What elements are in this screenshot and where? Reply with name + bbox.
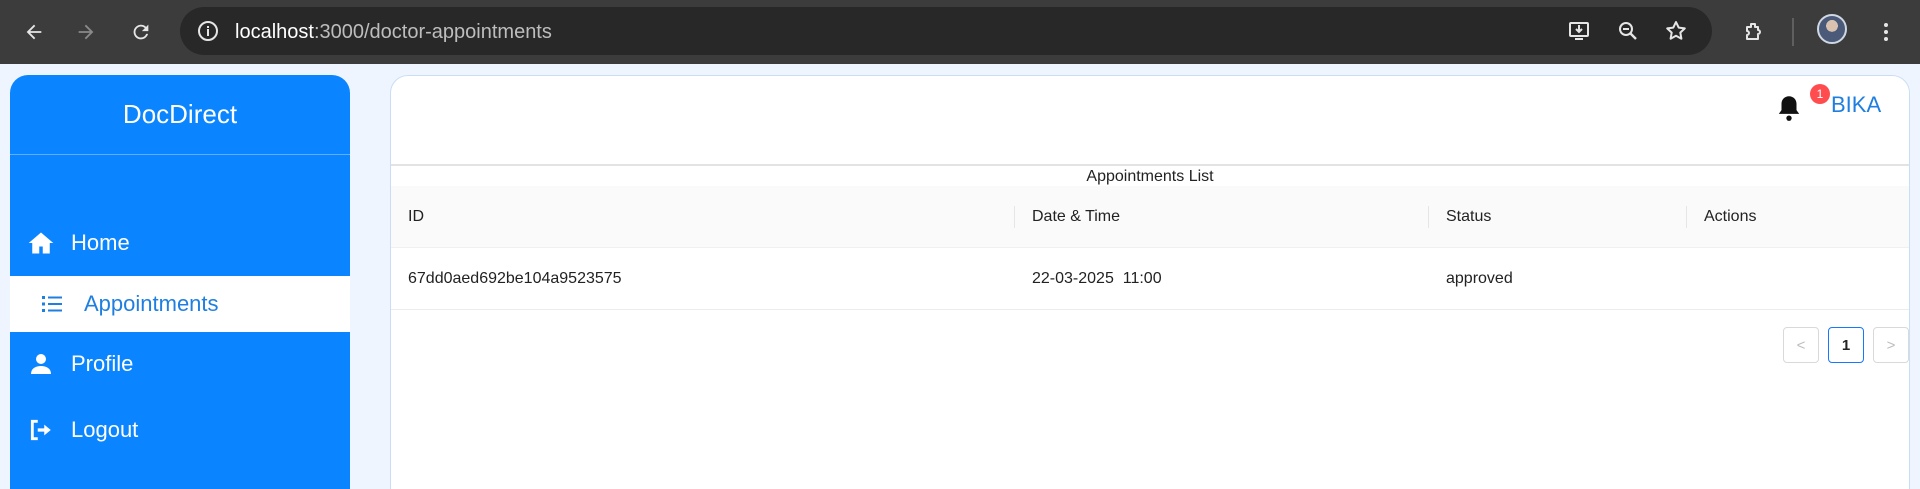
column-divider: [1428, 206, 1429, 228]
table-header-row: ID Date & Time Status Actions: [391, 186, 1909, 248]
list-icon: [38, 290, 66, 318]
main-panel: 1 BIKA Appointments List ID Date & Time …: [390, 75, 1910, 489]
browser-menu-button[interactable]: [1866, 12, 1906, 52]
profile-avatar[interactable]: [1817, 14, 1847, 44]
bell-icon[interactable]: [1776, 93, 1802, 123]
brand-logo-text[interactable]: DocDirect: [10, 75, 350, 155]
reload-icon: [133, 24, 149, 40]
forward-button[interactable]: [66, 12, 106, 52]
logout-icon: [27, 416, 55, 444]
back-button[interactable]: [14, 12, 54, 52]
forward-icon: [78, 24, 94, 40]
pagination-page-1[interactable]: 1: [1828, 327, 1864, 363]
browser-toolbar: localhost:3000/doctor-appointments: [0, 0, 1920, 64]
url-text[interactable]: localhost:3000/doctor-appointments: [235, 21, 552, 44]
extensions-button[interactable]: [1734, 12, 1774, 52]
toolbar-divider: [1792, 18, 1794, 46]
reload-button[interactable]: [121, 12, 161, 52]
zoom-out-icon[interactable]: [1616, 19, 1640, 43]
extensions-icon: [1746, 23, 1761, 40]
back-icon: [26, 24, 42, 40]
sidebar-item-label: Profile: [71, 351, 134, 376]
sidebar-item-label: Appointments: [84, 291, 219, 316]
column-divider: [1014, 206, 1015, 228]
pagination-next-button[interactable]: >: [1873, 327, 1909, 363]
cell-status: approved: [1446, 270, 1513, 287]
sidebar-item-label: Logout: [71, 417, 139, 442]
user-icon: [27, 350, 55, 378]
sidebar-item-logout[interactable]: Logout: [10, 402, 350, 458]
sidebar-item-profile[interactable]: Profile: [10, 336, 350, 392]
column-header-datetime: Date & Time: [1032, 208, 1121, 225]
sidebar-item-appointments[interactable]: Appointments: [10, 276, 350, 332]
notification-badge: 1: [1810, 84, 1830, 104]
url-host: localhost: [235, 21, 314, 43]
column-header-status: Status: [1446, 208, 1492, 225]
url-path: :3000/doctor-appointments: [313, 21, 552, 43]
bookmark-star-icon[interactable]: [1664, 19, 1688, 43]
cell-id: 67dd0aed692be104a9523575: [408, 270, 622, 287]
address-bar[interactable]: localhost:3000/doctor-appointments: [180, 7, 1712, 55]
site-info-icon[interactable]: [196, 19, 220, 43]
column-divider: [1686, 206, 1687, 228]
sidebar-item-home[interactable]: Home: [10, 215, 350, 271]
sidebar: DocDirect Home Appointments Profile Logo…: [10, 75, 350, 489]
top-header: 1 BIKA: [391, 76, 1909, 166]
user-name[interactable]: BIKA: [1831, 92, 1881, 118]
table-row[interactable]: 67dd0aed692be104a9523575 22-03-2025 11:0…: [391, 248, 1909, 310]
install-icon[interactable]: [1567, 19, 1591, 43]
table-caption: Appointments List: [1086, 168, 1214, 185]
sidebar-item-label: Home: [71, 230, 130, 255]
cell-datetime: 22-03-2025 11:00: [1032, 270, 1162, 287]
kebab-menu-icon: [1884, 23, 1888, 41]
home-icon: [27, 229, 55, 257]
pagination-prev-button[interactable]: <: [1783, 327, 1819, 363]
column-header-actions: Actions: [1704, 208, 1757, 225]
column-header-id: ID: [408, 208, 424, 225]
